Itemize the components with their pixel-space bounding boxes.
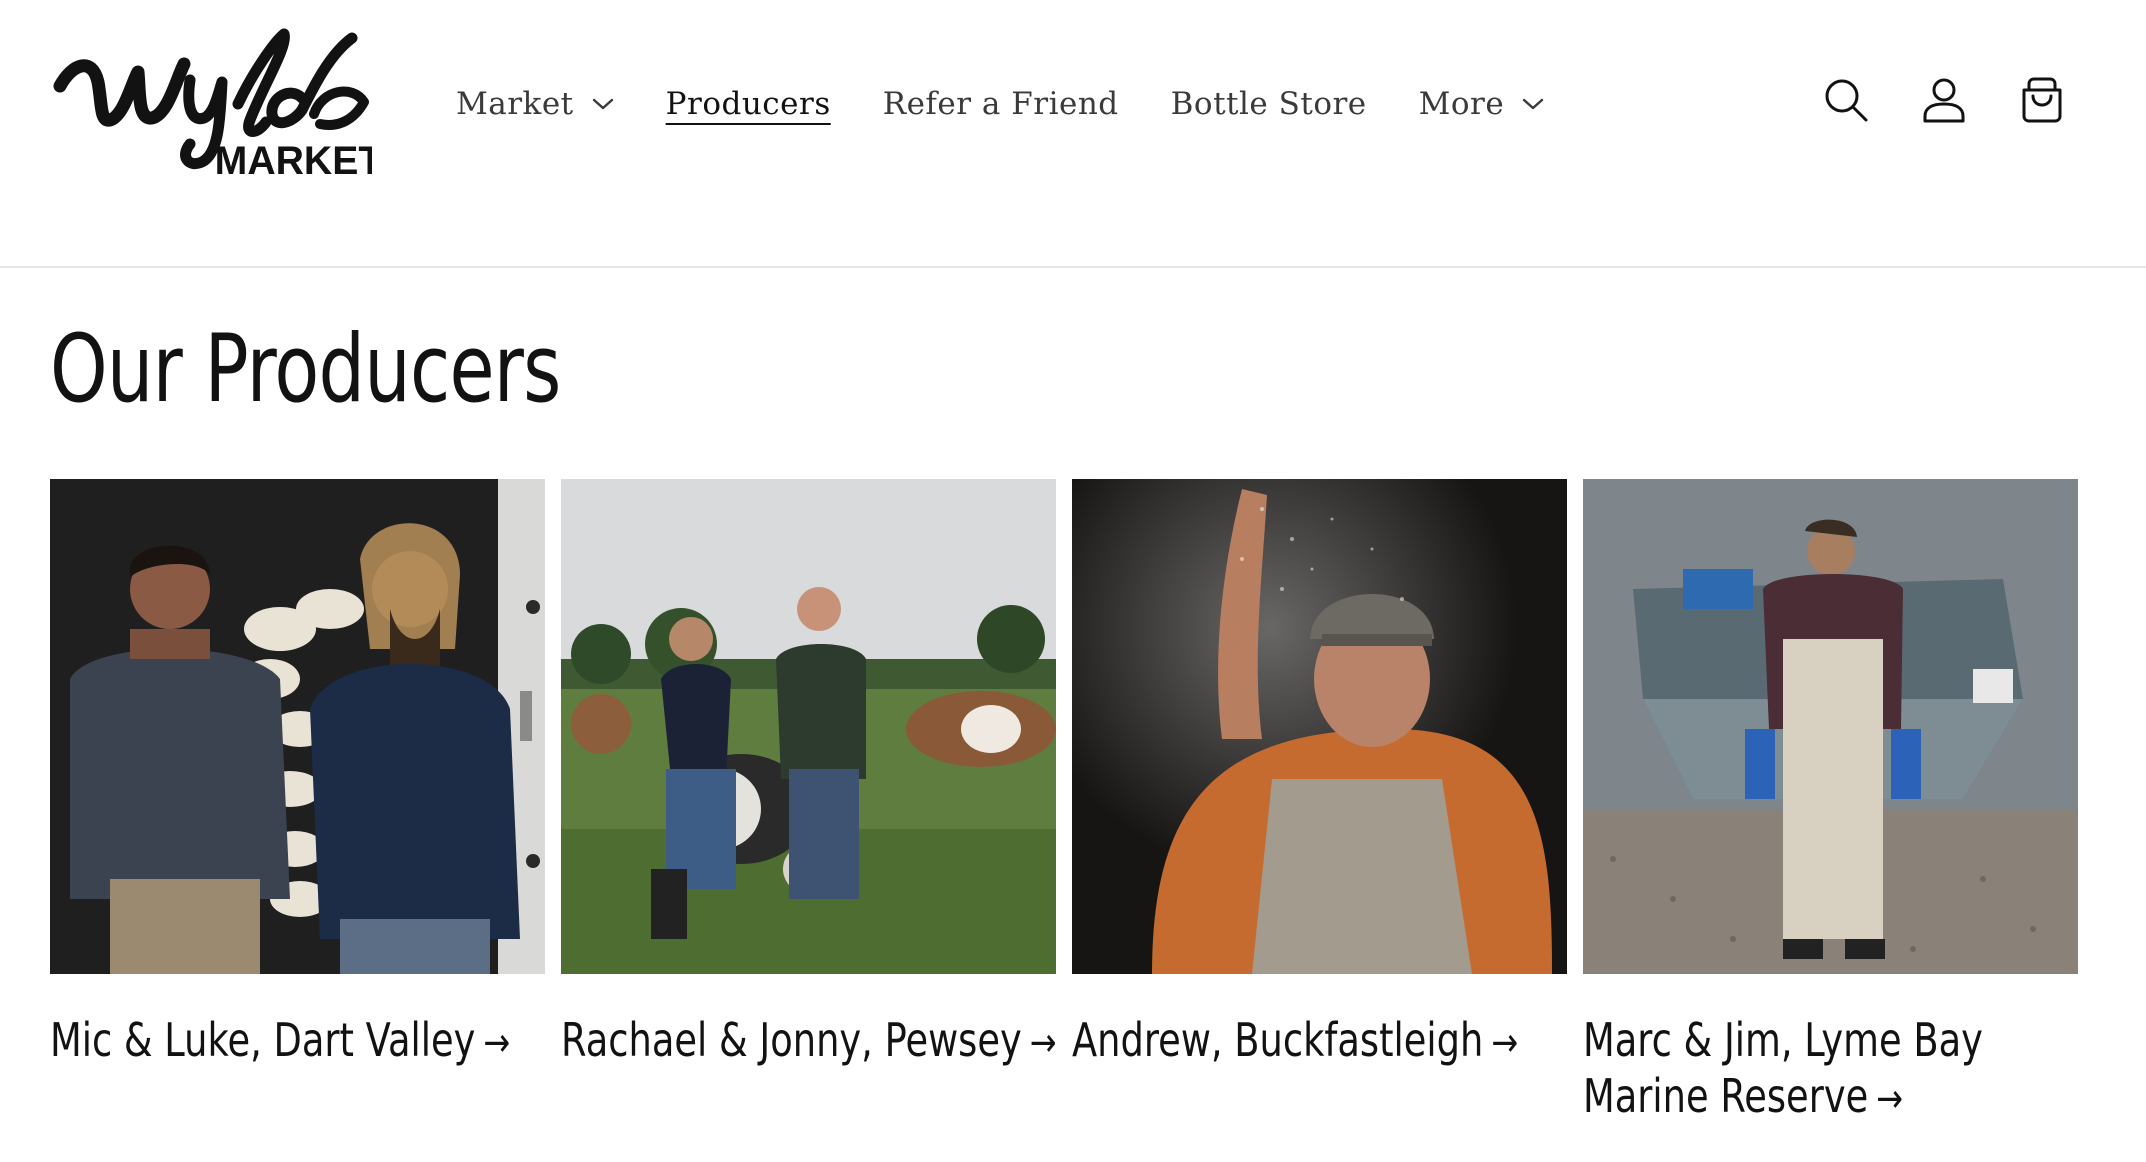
arrow-right-icon: → — [1876, 1076, 1904, 1122]
producer-card-title[interactable]: Marc & Jim, Lyme Bay Marine Reserve → — [1583, 1012, 2079, 1127]
nav-item-more[interactable]: More — [1419, 86, 1545, 122]
cart-icon — [2022, 77, 2062, 123]
nav-item-market[interactable]: Market — [456, 86, 614, 122]
producer-photo[interactable] — [1072, 479, 1567, 974]
producer-name: Marc & Jim, Lyme Bay Marine Reserve — [1583, 1013, 1983, 1123]
logo-graphic: MARKET — [53, 28, 372, 183]
producer-photo[interactable] — [561, 479, 1056, 974]
chevron-down-icon — [1523, 98, 1544, 110]
cart-button[interactable] — [2018, 74, 2066, 126]
producer-photo-graphic — [561, 479, 1056, 974]
producer-card-title[interactable]: Mic & Luke, Dart Valley → — [50, 1012, 546, 1071]
producer-photo[interactable] — [50, 479, 545, 974]
producer-name: Andrew, Buckfastleigh — [1072, 1013, 1484, 1067]
nav-label-bottle-store: Bottle Store — [1170, 86, 1367, 122]
arrow-right-icon: → — [1491, 1020, 1519, 1066]
arrow-right-icon: → — [1029, 1020, 1057, 1066]
logo-word: MARKET — [215, 139, 372, 183]
producer-card[interactable]: Andrew, Buckfastleigh → — [1072, 479, 1567, 1127]
nav-label-market: Market — [456, 86, 574, 122]
search-button[interactable] — [1822, 74, 1870, 126]
nav-item-producers[interactable]: Producers — [666, 86, 831, 122]
header-actions — [1822, 74, 2066, 126]
producer-card[interactable]: Marc & Jim, Lyme Bay Marine Reserve → — [1583, 479, 2078, 1127]
producer-grid: Mic & Luke, Dart Valley → Rachael & Jonn… — [50, 479, 2078, 1127]
producer-card[interactable]: Rachael & Jonny, Pewsey → — [561, 479, 1057, 1127]
producer-card-title[interactable]: Rachael & Jonny, Pewsey → — [561, 1012, 1057, 1071]
nav-label-more: More — [1418, 86, 1505, 122]
producer-card-title[interactable]: Andrew, Buckfastleigh → — [1072, 1012, 1568, 1071]
wylde-market-logo[interactable]: MARKET — [52, 24, 372, 184]
page-title: Our Producers — [50, 315, 561, 424]
producer-photo-graphic — [50, 479, 545, 974]
account-button[interactable] — [1920, 74, 1968, 126]
main-nav: Market Producers Refer a Friend Bottle S… — [456, 72, 1544, 136]
chevron-down-icon — [592, 98, 613, 110]
nav-item-bottle-store[interactable]: Bottle Store — [1171, 86, 1367, 122]
arrow-right-icon: → — [483, 1020, 511, 1066]
producer-name: Rachael & Jonny, Pewsey — [561, 1013, 1022, 1067]
producer-card[interactable]: Mic & Luke, Dart Valley → — [50, 479, 545, 1127]
producer-photo[interactable] — [1583, 479, 2078, 974]
nav-label-refer-a-friend: Refer a Friend — [882, 86, 1119, 122]
search-icon — [1825, 79, 1868, 122]
nav-item-refer-a-friend[interactable]: Refer a Friend — [883, 86, 1119, 122]
site-header: MARKET Market Producers Refer a Friend B… — [0, 0, 2146, 268]
account-icon — [1923, 78, 1965, 123]
producer-photo-graphic — [1072, 479, 1567, 974]
producer-photo-graphic — [1583, 479, 2078, 974]
nav-label-producers: Producers — [665, 86, 831, 122]
producer-name: Mic & Luke, Dart Valley — [50, 1013, 476, 1067]
